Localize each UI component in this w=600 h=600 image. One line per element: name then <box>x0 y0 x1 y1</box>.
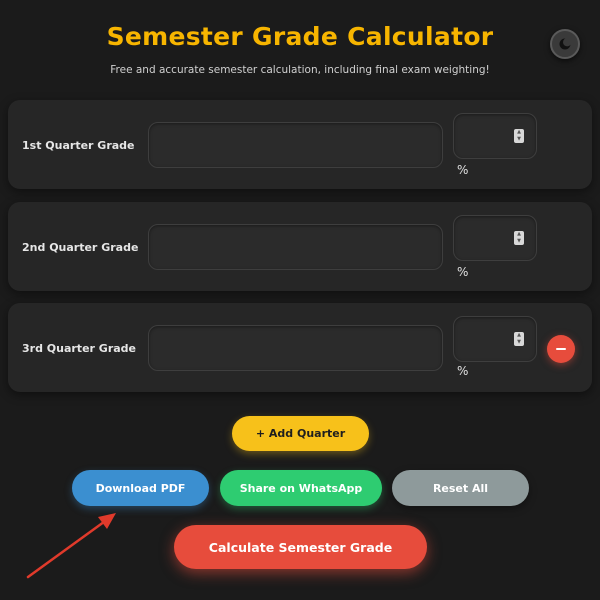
reset-all-button[interactable]: Reset All <box>392 470 529 506</box>
remove-quarter-button[interactable] <box>547 335 575 363</box>
percent-sign: % <box>457 265 469 279</box>
weight-input[interactable]: ▲ ▼ <box>453 215 537 261</box>
share-whatsapp-button[interactable]: Share on WhatsApp <box>220 470 382 506</box>
page-subtitle: Free and accurate semester calculation, … <box>110 64 490 76</box>
percent-sign: % <box>457 364 469 378</box>
quarter-card: 2nd Quarter Grade ▲ ▼ % <box>8 202 592 291</box>
add-quarter-button[interactable]: + Add Quarter <box>232 416 369 451</box>
percent-sign: % <box>457 163 469 177</box>
calculate-semester-button[interactable]: Calculate Semester Grade <box>174 525 427 569</box>
grade-input[interactable] <box>148 224 443 270</box>
weight-input[interactable]: ▲ ▼ <box>453 316 537 362</box>
spinner-icon[interactable]: ▲ ▼ <box>514 332 524 346</box>
quarter-label: 1st Quarter Grade <box>22 139 135 152</box>
grade-input[interactable] <box>148 122 443 168</box>
quarter-card: 3rd Quarter Grade ▲ ▼ % <box>8 303 592 392</box>
minus-icon <box>556 348 566 350</box>
quarter-card: 1st Quarter Grade ▲ ▼ % <box>8 100 592 189</box>
quarter-label: 3rd Quarter Grade <box>22 342 136 355</box>
page-title: Semester Grade Calculator <box>106 22 494 51</box>
grade-input[interactable] <box>148 325 443 371</box>
moon-icon <box>559 38 572 50</box>
weight-input[interactable]: ▲ ▼ <box>453 113 537 159</box>
annotation-arrow-icon <box>26 513 116 579</box>
theme-toggle-button[interactable] <box>550 29 580 59</box>
quarter-label: 2nd Quarter Grade <box>22 241 139 254</box>
download-pdf-button[interactable]: Download PDF <box>72 470 209 506</box>
spinner-icon[interactable]: ▲ ▼ <box>514 231 524 245</box>
spinner-icon[interactable]: ▲ ▼ <box>514 129 524 143</box>
